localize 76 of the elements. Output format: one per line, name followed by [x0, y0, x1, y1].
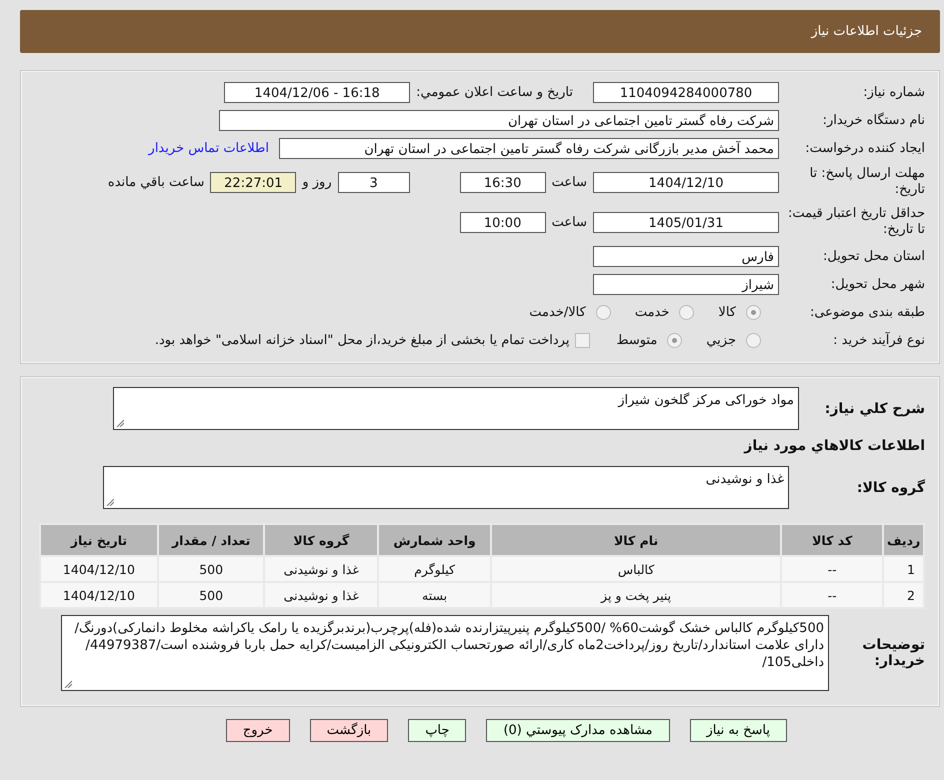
field-label: شرح کلي نیاز:	[824, 400, 925, 416]
table-cell: --	[781, 556, 884, 582]
table-cell: پنیر پخت و پز	[491, 582, 782, 608]
radio-button[interactable]	[746, 305, 761, 320]
field-label: ساعت باقي مانده	[108, 174, 204, 190]
field-label: حداقل تاریخ اعتبار قیمت: تا تاریخ:	[786, 206, 925, 238]
date-field: 1405/01/31	[593, 212, 779, 232]
time-field: 16:30	[460, 172, 546, 192]
field-label: توضیحات خریدار:	[861, 637, 925, 669]
input-field: شرکت رفاه گستر تامین اجتماعی در استان تهران	[219, 110, 779, 131]
radio-label: جزيي	[706, 333, 736, 348]
radio-label: خدمت	[634, 305, 670, 320]
table-cell: کالباس	[491, 556, 782, 582]
table-cell: --	[781, 582, 884, 608]
field-label: ساعت	[552, 214, 587, 230]
field-label: استان محل تحویل:	[822, 248, 925, 264]
radio-button[interactable]	[596, 305, 611, 320]
table-cell: 500	[158, 582, 264, 608]
input-field: 1404/12/06 - 16:18	[224, 82, 410, 103]
table-cell: 1404/12/10	[40, 582, 158, 608]
field-label: نوع فرآیند خرید :	[832, 332, 925, 348]
column-header: کد کالا	[781, 524, 884, 556]
checkbox[interactable]	[575, 333, 590, 348]
input-field: محمد آخش مدیر بازرگانی شرکت رفاه گستر تامین اجتماعی در استان تهران	[279, 138, 779, 159]
input-field: 1104094284000780	[593, 82, 779, 103]
input-field: شیراز	[593, 274, 779, 295]
table-cell: غذا و نوشیدنی	[264, 582, 378, 608]
column-header: تعداد / مقدار	[158, 524, 264, 556]
field-label: شهر محل تحویل:	[830, 276, 925, 292]
field-label: نام دستگاه خریدار:	[822, 112, 925, 128]
field-label: روز و	[302, 174, 332, 190]
column-header: گروه کالا	[264, 524, 378, 556]
action-button[interactable]: مشاهده مدارک پیوستي (0)	[486, 719, 670, 742]
text-area[interactable]: مواد خوراکی مرکز گلخون شیراز	[113, 387, 799, 430]
countdown-field: 22:27:01	[210, 172, 296, 192]
resize-grip-icon[interactable]	[64, 680, 72, 688]
radio-label: کالا/خدمت	[529, 305, 586, 320]
radio-button[interactable]	[679, 305, 694, 320]
field-label: تاریخ و ساعت اعلان عمومي:	[416, 85, 573, 100]
resize-grip-icon[interactable]	[106, 498, 114, 506]
action-button[interactable]: چاپ	[408, 719, 466, 742]
action-button[interactable]: بازگشت	[310, 719, 388, 742]
table-cell: بسته	[378, 582, 492, 608]
table-cell: 1404/12/10	[40, 556, 158, 582]
radio-label: متوسط	[616, 333, 658, 348]
radio-button[interactable]	[667, 333, 682, 348]
table-cell: 2	[883, 582, 924, 608]
checkbox-label: پرداخت تمام یا بخشی از مبلغ خرید،از محل "اسناد خزانه اسلامی" خواهد بود.	[154, 333, 570, 348]
resize-grip-icon[interactable]	[116, 419, 124, 427]
table-cell: 500	[158, 556, 264, 582]
field-label: طبقه بندی موضوعی:	[808, 304, 925, 320]
column-header: تاریخ نیاز	[40, 524, 158, 556]
action-button[interactable]: پاسخ به نیاز	[690, 719, 787, 742]
field-label: گروه کالا:	[856, 480, 925, 496]
time-field: 10:00	[460, 212, 546, 232]
column-header: واحد شمارش	[378, 524, 492, 556]
field-label: ساعت	[552, 174, 587, 190]
field-label: مهلت ارسال پاسخ: تا تاریخ:	[808, 166, 925, 198]
field-label: ایجاد کننده درخواست:	[804, 140, 925, 156]
table-cell: غذا و نوشیدنی	[264, 556, 378, 582]
radio-button[interactable]	[746, 333, 761, 348]
days-field: 3	[338, 172, 410, 192]
date-field: 1404/12/10	[593, 172, 779, 192]
radio-label: کالا	[718, 305, 736, 320]
field-label: شماره نیاز:	[862, 84, 925, 100]
input-field: فارس	[593, 246, 779, 267]
column-header: ردیف	[883, 524, 924, 556]
page-title: جزئیات اطلاعات نیاز	[811, 24, 922, 39]
text-area[interactable]: 500کیلوگرم کالباس خشک گوشت60% /500کیلوگرم پنیرپیتزارنده شده(فله)پرچرب(برندبرگزیده یا رامک یاکراشه مخلوط دانمارکی)دورنگ/دارای علامت استاندارد/تاریخ روز/پرداخت2ماه کاری/ارائه صورتحساب الکترونیکی الزامیست/کرایه حمل باربا فروشنده است/44979387/داخلی105/	[61, 615, 829, 691]
table-cell: 1	[883, 556, 924, 582]
contact-link[interactable]: اطلاعات تماس خریدار	[148, 141, 269, 156]
column-header: نام کالا	[491, 524, 782, 556]
section-title: اطلاعات کالاهاي مورد نیاز	[742, 438, 925, 454]
table-cell: کیلوگرم	[378, 556, 492, 582]
action-button[interactable]: خروج	[226, 719, 290, 742]
text-area[interactable]: غذا و نوشیدنی	[103, 466, 789, 509]
